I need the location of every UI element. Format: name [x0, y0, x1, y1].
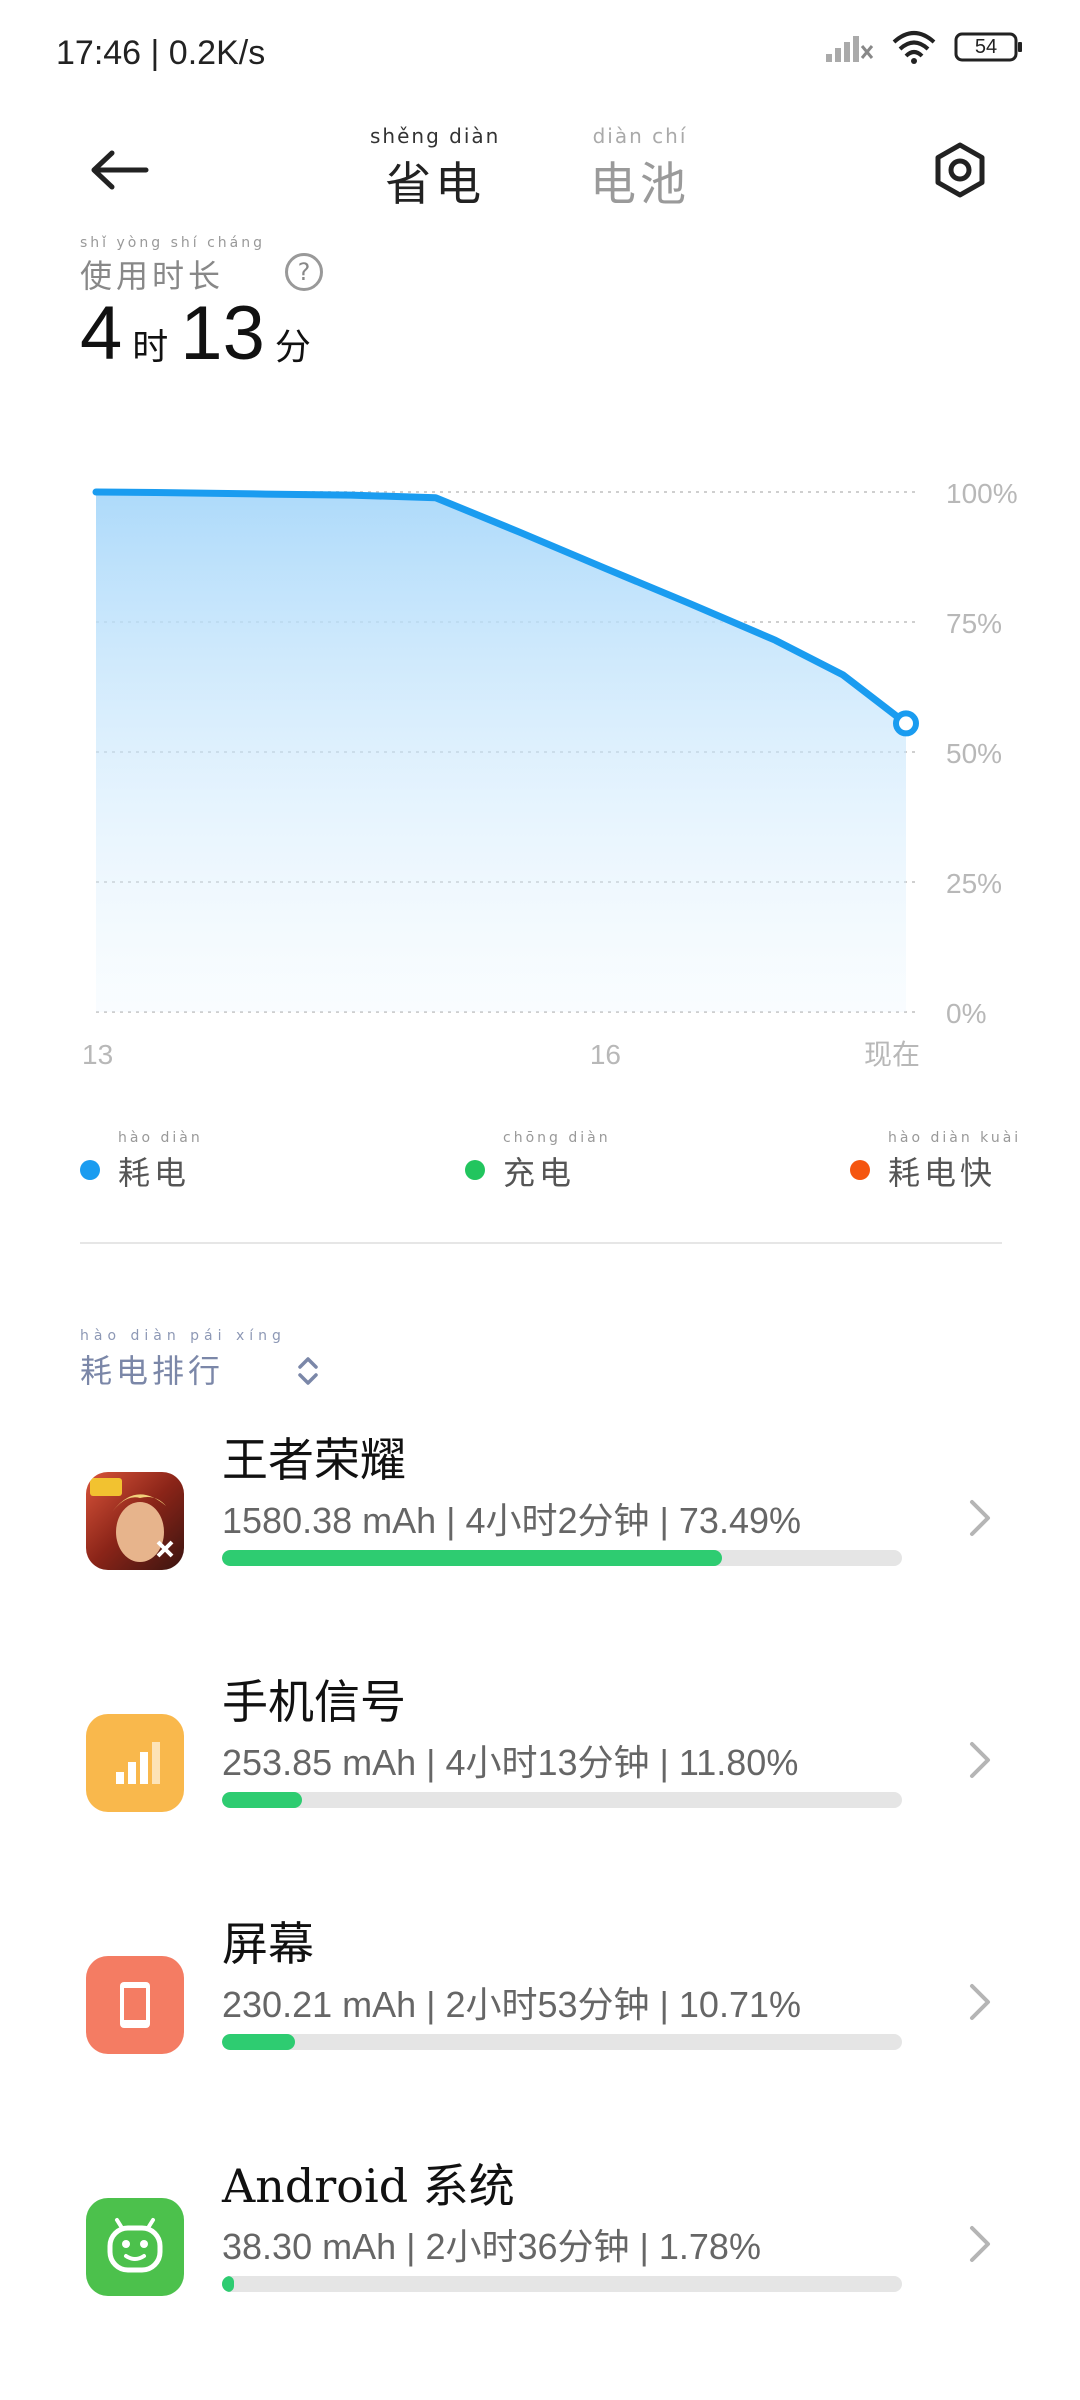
legend-item-fast-drain: hào diàn kuài 耗电快 — [850, 1130, 1021, 1194]
app-row-game[interactable]: 王者荣耀 1580.38 mAh | 4小时2分钟 | 73.49% — [0, 1400, 1080, 1642]
legend-label: 耗电快 — [888, 1154, 997, 1192]
y-tick-label: 50% — [946, 738, 1002, 769]
usage-duration-label: shǐ yòng shí cháng 使用时长 ? — [80, 235, 323, 297]
legend-dot — [80, 1160, 100, 1180]
app-stats: 38.30 mAh | 2小时36分钟 | 1.78% — [222, 2226, 761, 2267]
usage-bar — [222, 2276, 902, 2292]
tab-label: 省电 — [385, 157, 486, 211]
back-button[interactable] — [80, 130, 160, 210]
battery-level: 54 — [974, 36, 998, 58]
legend-pinyin: hào diàn kuài — [888, 1130, 1022, 1146]
signal-icon — [86, 1714, 184, 1812]
divider — [80, 1242, 1002, 1244]
chevron-right-icon — [970, 1500, 990, 1536]
legend-pinyin: chōng diàn — [503, 1130, 611, 1146]
legend-dot — [465, 1160, 485, 1180]
legend-item-consumption: hào diàn 耗电 — [80, 1130, 203, 1194]
app-row-android-system[interactable]: Android 系统 38.30 mAh | 2小时36分钟 | 1.78% — [0, 2126, 1080, 2368]
ranking-pinyin: hào diàn pái xíng — [80, 1328, 286, 1344]
area-fill — [96, 492, 906, 1012]
screen-icon — [86, 1956, 184, 2054]
y-tick-label: 25% — [946, 868, 1002, 899]
arrow-left-icon — [91, 150, 149, 190]
ranking-label: 耗电排行 — [80, 1352, 225, 1390]
y-tick-label: 75% — [946, 608, 1002, 639]
y-tick-label: 100% — [946, 478, 1018, 509]
usage-bar-fill — [222, 2034, 295, 2050]
current-point — [893, 710, 919, 737]
chevron-right-icon — [970, 1984, 990, 2020]
usage-bar — [222, 2034, 902, 2050]
app-name: 王者荣耀 — [222, 1433, 406, 1487]
tab-battery[interactable]: diàn chí 电池 — [590, 124, 690, 214]
app-name: Android 系统 — [222, 2159, 515, 2213]
status-time-speed: 17:46 | 0.2K/s — [56, 34, 266, 72]
chevron-right-icon — [970, 1742, 990, 1778]
usage-bar — [222, 1792, 902, 1808]
tab-pinyin: shěng diàn — [370, 124, 501, 148]
legend-label: 充电 — [503, 1154, 576, 1192]
usage-bar-fill — [222, 2276, 235, 2292]
x-tick-label: 16 — [590, 1039, 621, 1070]
usage-minutes: 13 — [180, 291, 265, 376]
legend-pinyin: hào diàn — [118, 1130, 203, 1146]
legend-label: 耗电 — [118, 1154, 191, 1192]
app-name: 手机信号 — [222, 1675, 406, 1729]
power-ranking-sort[interactable]: hào diàn pái xíng 耗电排行 — [80, 1328, 320, 1392]
usage-bar-fill — [222, 1792, 303, 1808]
help-icon[interactable]: ? — [284, 253, 323, 291]
android-icon — [86, 2198, 184, 2296]
app-stats: 1580.38 mAh | 4小时2分钟 | 73.49% — [222, 1500, 802, 1541]
legend-dot — [850, 1160, 870, 1180]
app-row-signal[interactable]: 手机信号 253.85 mAh | 4小时13分钟 | 11.80% — [0, 1642, 1080, 1884]
tab-label: 电池 — [590, 157, 690, 211]
chart-legend: hào diàn 耗电 chōng diàn 充电 hào diàn kuài … — [0, 1130, 1080, 1200]
y-tick-label: 0% — [946, 998, 986, 1029]
usage-minutes-unit: 分 — [274, 327, 311, 368]
cellular-signal-icon — [826, 36, 874, 62]
usage-bar — [222, 1550, 902, 1566]
battery-icon: 54 — [954, 30, 1024, 64]
app-stats: 230.21 mAh | 2小时53分钟 | 10.71% — [222, 1984, 802, 2025]
status-bar: 17:46 | 0.2K/s 54 — [0, 0, 1080, 110]
tab-power-saving[interactable]: shěng diàn 省电 — [370, 124, 500, 214]
sort-toggle-icon — [298, 1357, 318, 1385]
usage-bar-fill — [222, 1550, 722, 1566]
usage-hours-unit: 时 — [132, 327, 169, 368]
legend-item-charging: chōng diàn 充电 — [465, 1130, 611, 1194]
battery-level-chart[interactable]: 100% 75% 50% 25% 0% 13 16 现在 — [0, 450, 1080, 1090]
app-row-screen[interactable]: 屏幕 230.21 mAh | 2小时53分钟 | 10.71% — [0, 1884, 1080, 2126]
usage-label-pinyin: shǐ yòng shí cháng — [80, 235, 265, 251]
game-icon — [86, 1472, 184, 1570]
battery-chart-svg: 100% 75% 50% 25% 0% 13 16 现在 — [82, 478, 1018, 1070]
gear-icon — [935, 142, 985, 198]
settings-button[interactable] — [920, 130, 1000, 210]
wifi-icon — [892, 31, 936, 64]
app-stats: 253.85 mAh | 4小时13分钟 | 11.80% — [222, 1742, 799, 1783]
tab-pinyin: diàn chí — [592, 124, 688, 148]
x-tick-label: 现在 — [864, 1039, 920, 1070]
status-icons: 54 — [824, 30, 1024, 64]
x-tick-label: 13 — [82, 1039, 113, 1070]
app-name: 屏幕 — [222, 1917, 314, 1971]
chevron-right-icon — [970, 2226, 990, 2262]
usage-duration-value: 4 时 13 分 — [80, 290, 323, 377]
usage-hours: 4 — [80, 291, 123, 376]
